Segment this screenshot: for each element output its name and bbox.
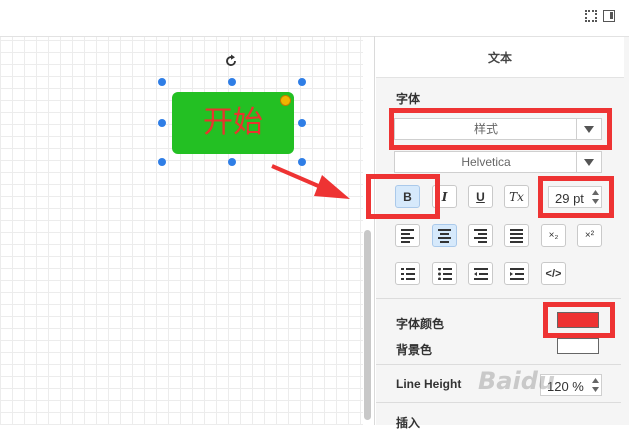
bullet-list-button[interactable]: [432, 262, 457, 285]
font-section-label: 字体: [396, 92, 421, 106]
insert-section-label: 插入: [396, 416, 421, 430]
highlight-bold-button: [366, 174, 440, 219]
section-divider: [376, 364, 621, 365]
bullet-list-icon: [437, 267, 452, 280]
align-center-icon: [438, 228, 451, 243]
section-divider: [376, 298, 621, 299]
justify-button[interactable]: [504, 224, 529, 247]
outdent-button[interactable]: [468, 262, 493, 285]
font-color-label: 字体颜色: [396, 317, 445, 331]
highlight-font-color: [543, 302, 615, 338]
justify-icon: [510, 228, 523, 243]
indent-button[interactable]: [504, 262, 529, 285]
background-color-swatch[interactable]: [557, 338, 599, 354]
highlight-style-select: [389, 108, 612, 150]
indent-icon: [509, 267, 524, 280]
stepper-up-icon[interactable]: [590, 376, 600, 385]
align-right-button[interactable]: [468, 224, 493, 247]
tab-text[interactable]: 文本: [376, 37, 624, 78]
clear-format-button[interactable]: Tx: [504, 185, 529, 208]
baidu-watermark: Baidu: [478, 367, 555, 395]
outdent-icon: [473, 267, 488, 280]
align-left-icon: [401, 228, 414, 243]
subscript-button[interactable]: ×₂: [541, 224, 566, 247]
numbered-list-icon: [400, 267, 415, 280]
align-left-button[interactable]: [395, 224, 420, 247]
line-height-label: Line Height: [396, 377, 462, 391]
superscript-button[interactable]: ×²: [577, 224, 602, 247]
highlight-font-size: [538, 176, 614, 218]
background-color-label: 背景色: [396, 343, 433, 357]
font-family-select[interactable]: Helvetica: [394, 151, 602, 173]
align-right-icon: [474, 228, 487, 243]
section-divider: [376, 402, 621, 403]
chevron-down-icon: [584, 158, 594, 166]
stepper-down-icon[interactable]: [590, 385, 600, 394]
align-center-button[interactable]: [432, 224, 457, 247]
numbered-list-button[interactable]: [395, 262, 420, 285]
font-family-value: Helvetica: [461, 155, 511, 169]
html-button[interactable]: </>: [541, 262, 566, 285]
underline-button[interactable]: U: [468, 185, 493, 208]
